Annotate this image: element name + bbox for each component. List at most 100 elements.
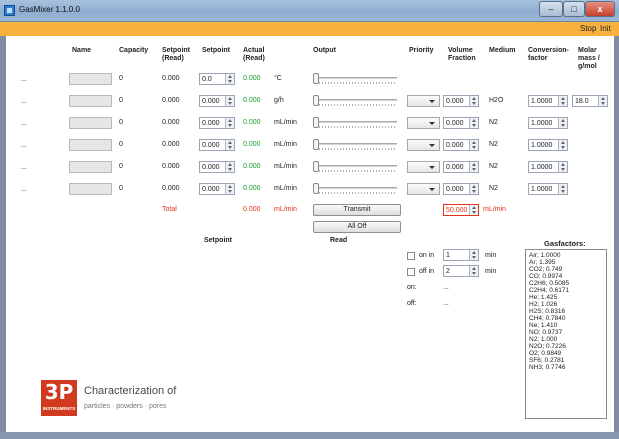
off-in-checkbox[interactable]	[407, 268, 415, 276]
molar-mass-stepper[interactable]: 18.0	[572, 95, 608, 107]
row-menu[interactable]: ...	[21, 164, 27, 171]
output-slider[interactable]	[313, 139, 401, 151]
output-slider[interactable]	[313, 95, 401, 107]
slider-thumb[interactable]	[313, 73, 319, 84]
output-slider[interactable]	[313, 73, 401, 85]
slider-thumb[interactable]	[313, 183, 319, 194]
spin-arrows-icon[interactable]	[598, 96, 607, 106]
spin-arrows-icon[interactable]	[558, 96, 567, 106]
spin-arrows-icon[interactable]	[225, 140, 234, 150]
setpoint-read-value: 0.000	[162, 75, 180, 82]
conversion-factor-stepper[interactable]: 1.0000	[528, 117, 568, 129]
row-menu[interactable]: ...	[21, 142, 27, 149]
name-field[interactable]	[69, 139, 112, 151]
company-logo: 3P INSTRUMENTS	[41, 380, 77, 416]
medium-value[interactable]: H2O	[489, 97, 503, 104]
name-field[interactable]	[69, 183, 112, 195]
menu-stop[interactable]: Stop	[580, 24, 596, 33]
volume-fraction-stepper[interactable]: 0.000	[443, 139, 479, 151]
header-name: Name	[72, 47, 92, 54]
output-slider[interactable]	[313, 161, 401, 173]
volume-fraction-stepper[interactable]: 0.000	[443, 161, 479, 173]
slider-thumb[interactable]	[313, 95, 319, 106]
conversion-factor-stepper[interactable]: 1.0000	[528, 139, 568, 151]
name-field[interactable]	[69, 161, 112, 173]
close-button[interactable]: x	[585, 1, 615, 17]
volume-fraction-stepper[interactable]: 0.000	[443, 183, 479, 195]
minimize-button[interactable]: –	[539, 1, 563, 17]
spin-arrows-icon[interactable]	[225, 184, 234, 194]
off-in-unit: min	[485, 268, 497, 275]
total-volume-fraction-stepper[interactable]: 50.000	[443, 204, 479, 216]
row-menu[interactable]: ...	[21, 120, 27, 127]
maximize-button[interactable]: □	[563, 1, 585, 17]
menu-init[interactable]: Init	[600, 24, 611, 33]
gasfactors-list[interactable]: Air; 1.0000 Ar; 1.395 CO2; 0.749 CO; 0.9…	[525, 249, 607, 419]
setpoint-stepper[interactable]: 0.000	[199, 139, 235, 151]
spin-arrows-icon[interactable]	[469, 266, 478, 276]
slider-thumb[interactable]	[313, 139, 319, 150]
medium-value[interactable]: N2	[489, 163, 498, 170]
off-in-value: 2	[446, 268, 450, 275]
spin-arrows-icon[interactable]	[225, 118, 234, 128]
priority-dropdown[interactable]	[407, 161, 440, 173]
spin-arrows-icon[interactable]	[558, 118, 567, 128]
total-label: Total	[162, 206, 177, 213]
spin-arrows-icon[interactable]	[558, 162, 567, 172]
title-bar: GasMixer 1.1.0.0 – □ x	[0, 0, 619, 22]
spin-arrows-icon[interactable]	[225, 74, 234, 84]
output-slider[interactable]	[313, 117, 401, 129]
menu-bar: Stop Init	[0, 22, 619, 36]
slider-track	[315, 143, 397, 145]
conversion-factor-stepper[interactable]: 1.0000	[528, 161, 568, 173]
on-in-checkbox[interactable]	[407, 252, 415, 260]
spin-arrows-icon[interactable]	[469, 140, 478, 150]
transmit-button[interactable]: Transmit	[313, 204, 401, 216]
conversion-factor-value: 1.0000	[531, 142, 553, 149]
priority-dropdown[interactable]	[407, 139, 440, 151]
row-menu[interactable]: ...	[21, 76, 27, 83]
priority-dropdown[interactable]	[407, 95, 440, 107]
name-field[interactable]	[69, 73, 112, 85]
medium-value[interactable]: N2	[489, 141, 498, 148]
setpoint-stepper[interactable]: 0.000	[199, 95, 235, 107]
medium-value[interactable]: N2	[489, 185, 498, 192]
conversion-factor-stepper[interactable]: 1.0000	[528, 183, 568, 195]
name-field[interactable]	[69, 95, 112, 107]
spin-arrows-icon[interactable]	[469, 205, 478, 215]
setpoint-stepper[interactable]: 0.000	[199, 161, 235, 173]
volume-fraction-stepper[interactable]: 0.000	[443, 117, 479, 129]
on-in-stepper[interactable]: 1	[443, 249, 479, 261]
setpoint-stepper[interactable]: 0.000	[199, 117, 235, 129]
off-in-label: off in	[419, 268, 435, 275]
on-in-unit: min	[485, 252, 497, 259]
off-in-stepper[interactable]: 2	[443, 265, 479, 277]
spin-arrows-icon[interactable]	[469, 118, 478, 128]
spin-arrows-icon[interactable]	[469, 250, 478, 260]
slider-thumb[interactable]	[313, 117, 319, 128]
medium-value[interactable]: N2	[489, 119, 498, 126]
spin-arrows-icon[interactable]	[469, 96, 478, 106]
all-off-button[interactable]: All Off	[313, 221, 401, 233]
setpoint-stepper[interactable]: 0.000	[199, 183, 235, 195]
header-molar-mass: Molar mass / g/mol	[578, 47, 600, 70]
spin-arrows-icon[interactable]	[558, 184, 567, 194]
name-field[interactable]	[69, 117, 112, 129]
conversion-factor-stepper[interactable]: 1.0000	[528, 95, 568, 107]
on-time-label: on:	[407, 284, 417, 291]
spin-arrows-icon[interactable]	[225, 162, 234, 172]
slider-thumb[interactable]	[313, 161, 319, 172]
volume-fraction-stepper[interactable]: 0.000	[443, 95, 479, 107]
priority-dropdown[interactable]	[407, 117, 440, 129]
spin-arrows-icon[interactable]	[558, 140, 567, 150]
spin-arrows-icon[interactable]	[225, 96, 234, 106]
spin-arrows-icon[interactable]	[469, 184, 478, 194]
row-menu[interactable]: ...	[21, 186, 27, 193]
setpoint-stepper[interactable]: 0.0	[199, 73, 235, 85]
priority-dropdown[interactable]	[407, 183, 440, 195]
output-slider[interactable]	[313, 183, 401, 195]
spin-arrows-icon[interactable]	[469, 162, 478, 172]
capacity-value: 0	[119, 141, 123, 148]
volume-fraction-value: 0.000	[446, 186, 464, 193]
row-menu[interactable]: ...	[21, 98, 27, 105]
